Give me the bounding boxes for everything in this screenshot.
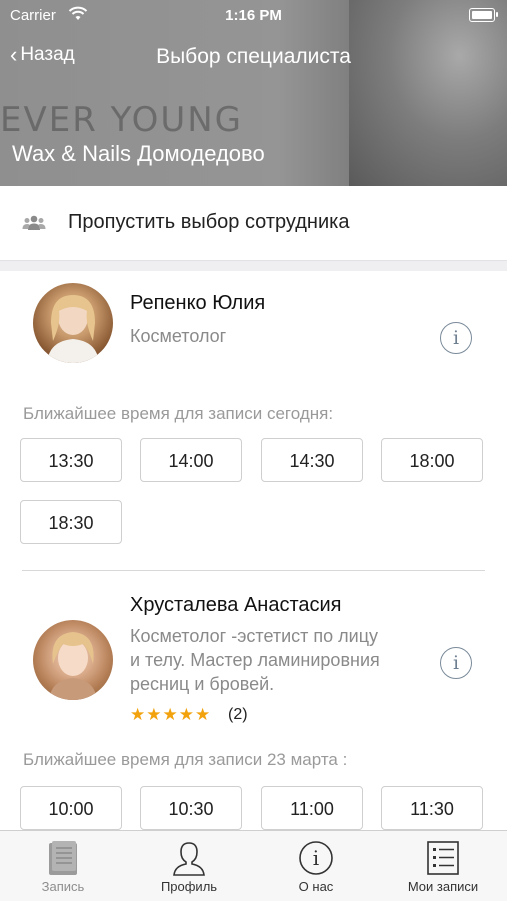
specialist-role-line: ресниц и бровей. xyxy=(130,674,275,694)
person-icon xyxy=(170,839,208,877)
nearest-time-label: Ближайшее время для записи сегодня: xyxy=(23,404,334,423)
header-banner: EVER YOUNG Wax & Nails Домодедово Carrie… xyxy=(0,0,507,186)
specialist-name: Хрусталева Анастасия xyxy=(130,594,342,616)
book-icon xyxy=(44,839,82,877)
specialist-name: Репенко Юлия xyxy=(130,292,266,314)
time-slot[interactable]: 10:30 xyxy=(140,786,242,830)
tab-label: Запись xyxy=(41,879,85,894)
tab-about[interactable]: i О нас xyxy=(253,831,379,901)
salon-name: Wax & Nails Домодедово xyxy=(12,141,265,166)
group-icon xyxy=(22,214,46,237)
skip-specialist-row[interactable]: Пропустить выбор сотрудника xyxy=(0,186,507,260)
time-slot[interactable]: 10:00 xyxy=(20,786,122,830)
tab-profile[interactable]: Профиль xyxy=(126,831,252,901)
page-title: Выбор специалиста xyxy=(156,45,351,68)
rating-stars: ★★★★★ xyxy=(130,705,212,724)
tab-label: Мои записи xyxy=(407,879,479,894)
tab-bar: Запись Профиль i О нас Мои записи xyxy=(0,830,507,901)
rating-count: (2) xyxy=(228,706,248,723)
time-slot[interactable]: 14:30 xyxy=(261,438,363,482)
specialist-role-line: и телу. Мастер ламинировния xyxy=(130,650,380,670)
specialist-card[interactable]: Репенко Юлия Косметолог i Ближайшее врем… xyxy=(0,270,507,570)
list-icon xyxy=(424,839,462,877)
tab-booking[interactable]: Запись xyxy=(0,831,126,901)
info-icon: i xyxy=(297,839,335,877)
specialist-role: Косметолог xyxy=(130,326,227,346)
avatar xyxy=(33,283,113,363)
specialist-role-line: Косметолог -эстетист по лицу xyxy=(130,626,379,646)
info-icon[interactable]: i xyxy=(440,647,472,679)
info-icon[interactable]: i xyxy=(440,322,472,354)
nearest-time-label: Ближайшее время для записи 23 марта : xyxy=(23,750,348,769)
time-slot[interactable]: 13:30 xyxy=(20,438,122,482)
battery-icon xyxy=(469,8,498,22)
time-slot[interactable]: 18:00 xyxy=(381,438,483,482)
svg-text:i: i xyxy=(313,846,319,870)
tab-my-bookings[interactable]: Мои записи xyxy=(380,831,506,901)
skip-label: Пропустить выбор сотрудника xyxy=(68,211,350,233)
brand-watermark: EVER YOUNG xyxy=(0,100,243,140)
avatar xyxy=(33,620,113,700)
specialist-card[interactable]: Хрусталева Анастасия Косметолог -эстетис… xyxy=(0,571,507,830)
status-bar: Carrier 1:16 PM xyxy=(0,0,507,30)
time-slot[interactable]: 18:30 xyxy=(20,500,122,544)
clock: 1:16 PM xyxy=(225,7,282,24)
time-slot[interactable]: 11:30 xyxy=(381,786,483,830)
time-slot[interactable]: 11:00 xyxy=(261,786,363,830)
tab-label: Профиль xyxy=(160,879,218,894)
tab-label: О нас xyxy=(298,879,334,894)
time-slot[interactable]: 14:00 xyxy=(140,438,242,482)
